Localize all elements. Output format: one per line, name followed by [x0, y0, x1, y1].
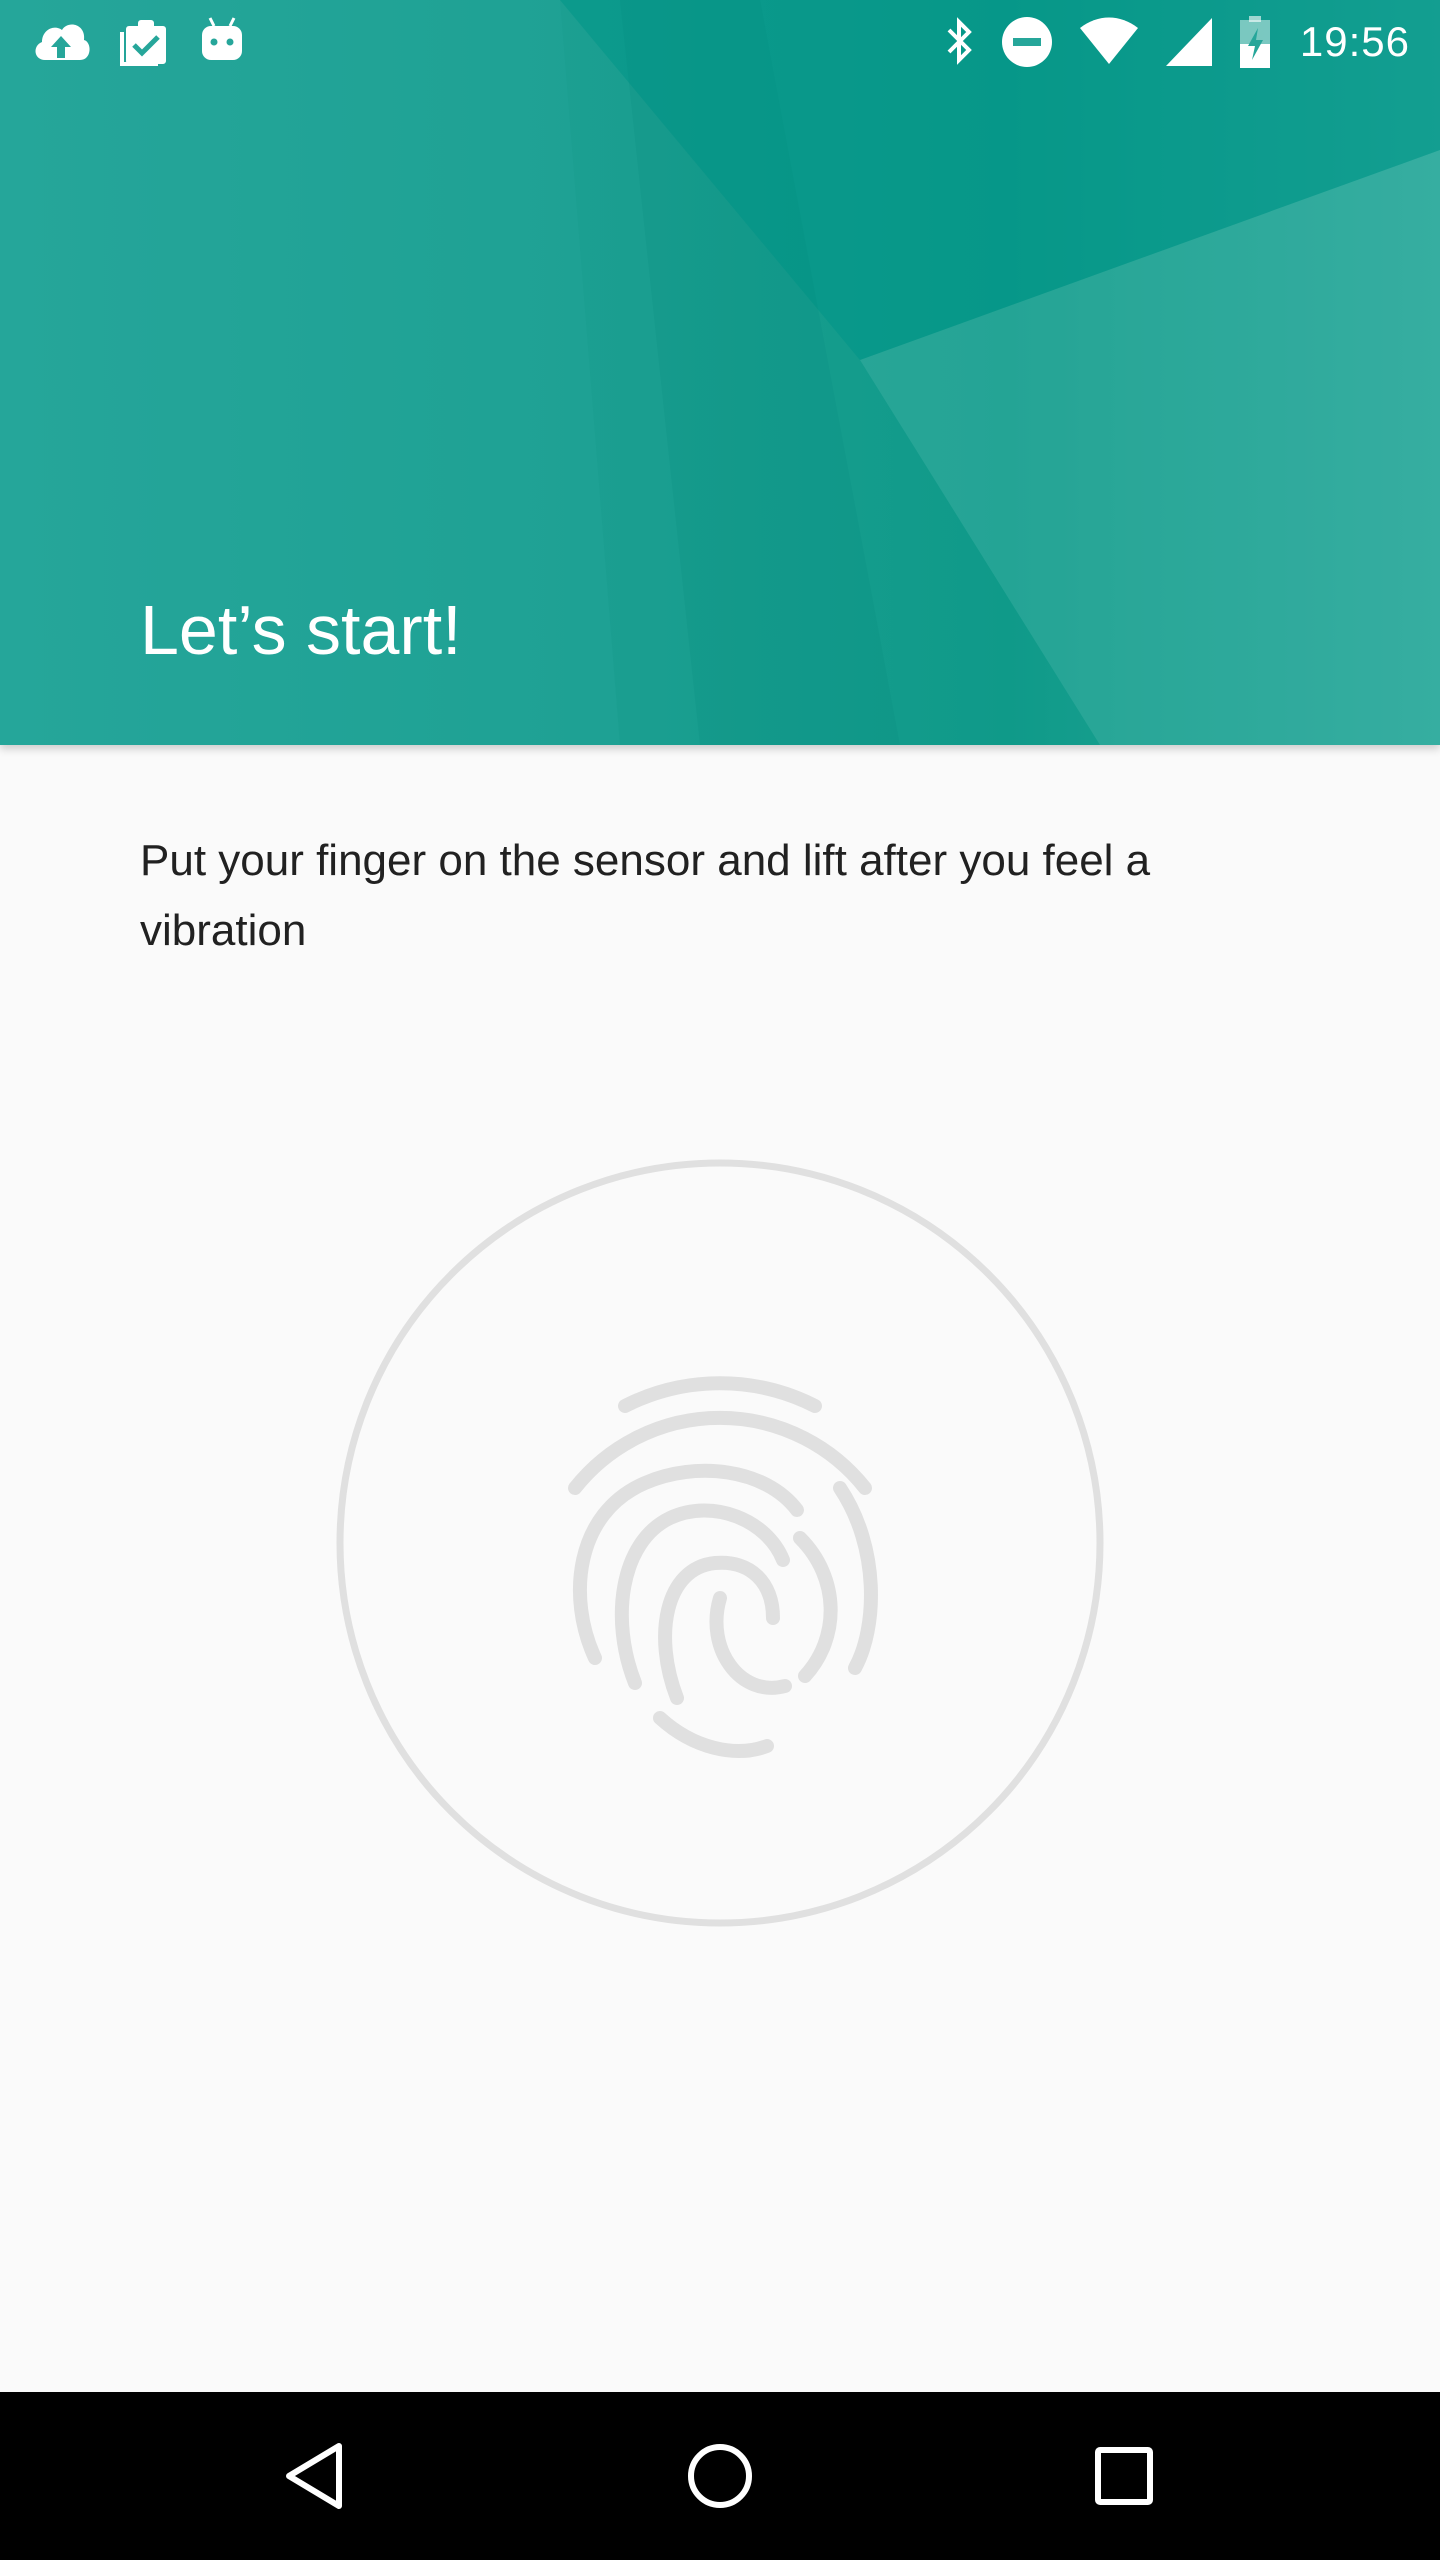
battery-charging-icon [1238, 14, 1272, 70]
fingerprint-sensor [335, 1158, 1105, 1928]
back-button[interactable] [266, 2426, 366, 2526]
android-icon [196, 14, 248, 70]
recents-icon [1095, 2447, 1153, 2505]
page-title: Let’s start! [140, 591, 462, 669]
navigation-bar [0, 2392, 1440, 2560]
notification-icons [30, 14, 248, 70]
cell-signal-icon [1164, 16, 1214, 68]
clipboard-check-icon [116, 14, 172, 70]
cloud-upload-icon [30, 14, 92, 70]
home-button[interactable] [670, 2426, 770, 2526]
clock: 19:56 [1299, 18, 1410, 65]
fingerprint-icon [568, 1376, 878, 1758]
header: 19:56 Let’s start! [0, 0, 1440, 745]
recents-button[interactable] [1074, 2426, 1174, 2526]
system-status: 19:56 [942, 14, 1410, 70]
instruction-text: Put your finger on the sensor and lift a… [140, 836, 1151, 955]
bluetooth-icon [942, 14, 976, 70]
status-bar: 19:56 [0, 0, 1440, 84]
home-icon [688, 2444, 752, 2508]
wifi-icon [1078, 16, 1140, 68]
sensor-ring [336, 1159, 1104, 1927]
do-not-disturb-icon [1000, 15, 1054, 69]
back-icon [286, 2443, 342, 2509]
